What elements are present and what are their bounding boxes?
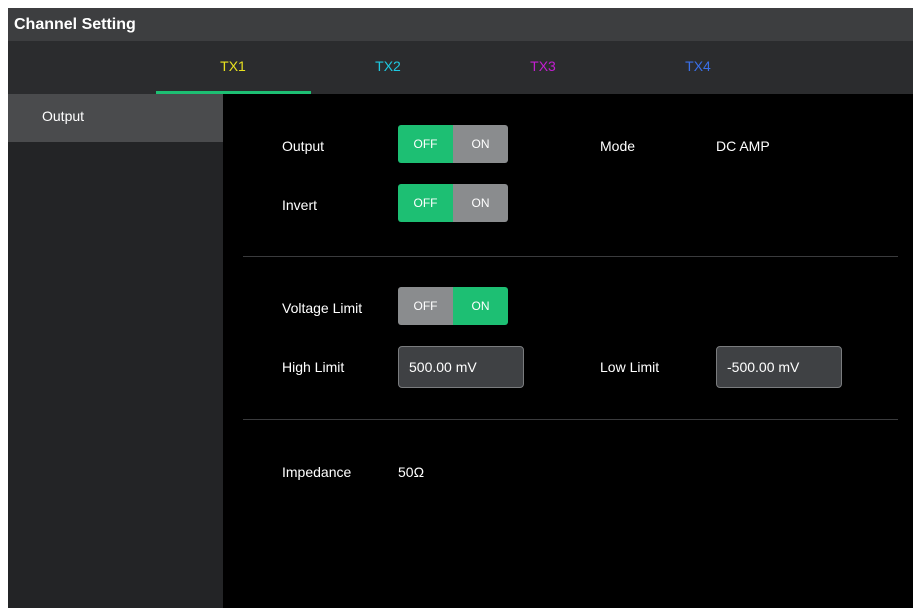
window-title: Channel Setting	[8, 8, 913, 41]
invert-toggle[interactable]: OFF ON	[398, 184, 508, 222]
invert-label: Invert	[282, 197, 318, 213]
impedance-value: 50Ω	[398, 464, 425, 480]
voltage-limit-label: Voltage Limit	[282, 300, 363, 316]
sidebar: Output	[8, 94, 223, 608]
channel-setting-window: Channel Setting TX1 TX2 TX3 TX4 Output O…	[8, 8, 913, 608]
output-off-option[interactable]: OFF	[398, 125, 453, 163]
high-limit-input[interactable]: 500.00 mV	[398, 346, 524, 388]
high-limit-label: High Limit	[282, 359, 345, 375]
section-divider	[243, 419, 898, 420]
voltage-limit-toggle[interactable]: OFF ON	[398, 287, 508, 325]
section-divider	[243, 256, 898, 257]
tab-tx1[interactable]: TX1	[163, 41, 303, 94]
sidebar-item-output[interactable]: Output	[8, 94, 223, 142]
voltage-limit-off-option[interactable]: OFF	[398, 287, 453, 325]
invert-off-option[interactable]: OFF	[398, 184, 453, 222]
output-on-option[interactable]: ON	[453, 125, 508, 163]
channel-tab-bar: TX1 TX2 TX3 TX4	[8, 41, 913, 94]
tab-tx2[interactable]: TX2	[318, 41, 458, 94]
low-limit-input[interactable]: -500.00 mV	[716, 346, 842, 388]
output-toggle[interactable]: OFF ON	[398, 125, 508, 163]
tab-tx3[interactable]: TX3	[473, 41, 613, 94]
low-limit-label: Low Limit	[600, 359, 660, 375]
invert-on-option[interactable]: ON	[453, 184, 508, 222]
tab-tx4[interactable]: TX4	[628, 41, 768, 94]
mode-label: Mode	[600, 138, 636, 154]
voltage-limit-on-option[interactable]: ON	[453, 287, 508, 325]
output-label: Output	[282, 138, 325, 154]
mode-value: DC AMP	[716, 138, 770, 154]
impedance-label: Impedance	[282, 464, 352, 480]
